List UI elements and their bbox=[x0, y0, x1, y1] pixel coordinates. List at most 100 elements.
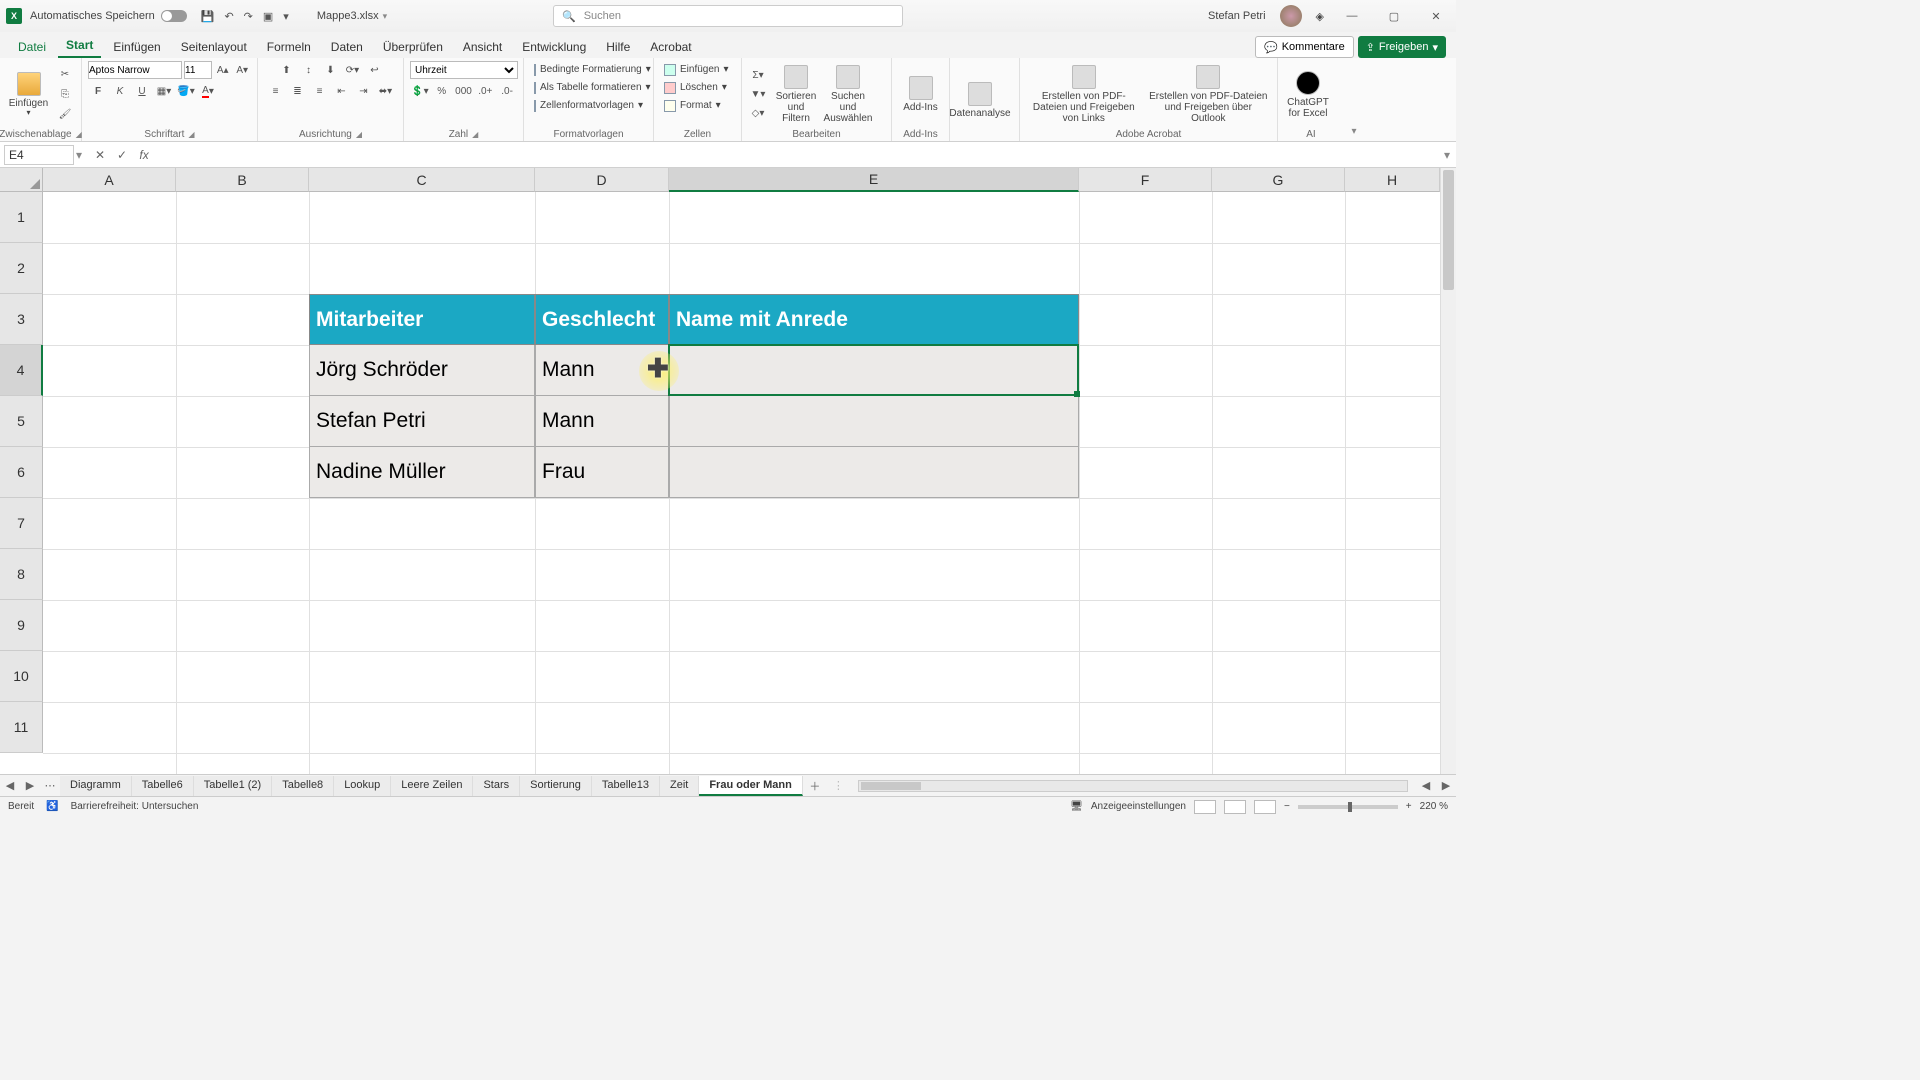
increase-decimal-icon[interactable]: .0+ bbox=[475, 82, 495, 100]
number-dialog-icon[interactable]: ◢ bbox=[472, 130, 478, 139]
sheet-tab[interactable]: Zeit bbox=[660, 776, 699, 796]
align-bottom-icon[interactable]: ⬇ bbox=[321, 61, 341, 79]
autosum-icon[interactable]: Σ▾ bbox=[748, 67, 768, 85]
sheet-tab[interactable]: Tabelle6 bbox=[132, 776, 194, 796]
row-header-5[interactable]: 5 bbox=[0, 396, 43, 447]
qat-save-icon[interactable]: 💾 bbox=[201, 10, 215, 23]
collapse-ribbon-icon[interactable]: ▾ bbox=[1344, 58, 1364, 141]
add-sheet-button[interactable]: ＋ bbox=[803, 778, 827, 794]
percent-icon[interactable]: % bbox=[432, 82, 452, 100]
table-header-cell[interactable]: Name mit Anrede bbox=[669, 294, 1079, 345]
bold-button[interactable]: F bbox=[88, 82, 108, 100]
tab-seitenlayout[interactable]: Seitenlayout bbox=[173, 36, 255, 58]
qat-camera-icon[interactable]: ▣ bbox=[263, 10, 273, 23]
qat-undo-icon[interactable]: ↶ bbox=[224, 10, 233, 23]
border-button[interactable]: ▦▾ bbox=[154, 82, 174, 100]
sheet-tab[interactable]: Sortierung bbox=[520, 776, 592, 796]
indent-increase-icon[interactable]: ⇥ bbox=[354, 82, 374, 100]
zoom-in-icon[interactable]: + bbox=[1406, 801, 1412, 812]
close-button[interactable]: ✕ bbox=[1422, 10, 1450, 23]
tab-entwicklung[interactable]: Entwicklung bbox=[514, 36, 594, 58]
tab-ansicht[interactable]: Ansicht bbox=[455, 36, 510, 58]
cell-styles-button[interactable]: Zellenformatvorlagen ▾ bbox=[530, 97, 647, 114]
pdf-share-links-button[interactable]: Erstellen von PDF-Dateien und Freigeben … bbox=[1026, 63, 1142, 126]
present-icon[interactable]: ◈ bbox=[1316, 10, 1324, 23]
underline-button[interactable]: U bbox=[132, 82, 152, 100]
row-header-2[interactable]: 2 bbox=[0, 243, 43, 294]
sheet-tab[interactable]: Frau oder Mann bbox=[699, 776, 803, 796]
fill-icon[interactable]: ▼▾ bbox=[748, 86, 768, 104]
tab-formeln[interactable]: Formeln bbox=[259, 36, 319, 58]
table-cell[interactable]: Mann bbox=[535, 345, 669, 396]
view-page-break-icon[interactable] bbox=[1254, 800, 1276, 814]
tab-start[interactable]: Start bbox=[58, 34, 101, 58]
hscroll-right-icon[interactable]: ▶ bbox=[1436, 779, 1456, 792]
format-cells-button[interactable]: Format ▾ bbox=[660, 97, 735, 114]
table-cell[interactable]: Frau bbox=[535, 447, 669, 498]
table-cell[interactable] bbox=[669, 447, 1079, 498]
row-header-8[interactable]: 8 bbox=[0, 549, 43, 600]
column-header-A[interactable]: A bbox=[43, 168, 176, 192]
row-header-1[interactable]: 1 bbox=[0, 192, 43, 243]
font-color-button[interactable]: A▾ bbox=[198, 82, 218, 100]
namebox-dropdown-icon[interactable]: ▾ bbox=[76, 148, 82, 162]
decrease-decimal-icon[interactable]: .0- bbox=[497, 82, 517, 100]
row-header-9[interactable]: 9 bbox=[0, 600, 43, 651]
minimize-button[interactable]: — bbox=[1338, 10, 1366, 22]
italic-button[interactable]: K bbox=[110, 82, 130, 100]
autosave-toggle[interactable] bbox=[161, 10, 187, 22]
format-painter-icon[interactable]: 🖌 bbox=[55, 106, 75, 124]
username[interactable]: Stefan Petri bbox=[1208, 10, 1265, 22]
sheet-nav-prev-icon[interactable]: ◀ bbox=[0, 779, 20, 792]
sheet-tab[interactable]: Tabelle13 bbox=[592, 776, 660, 796]
expand-formula-icon[interactable]: ▾ bbox=[1444, 148, 1450, 162]
row-header-10[interactable]: 10 bbox=[0, 651, 43, 702]
fill-color-button[interactable]: 🪣▾ bbox=[176, 82, 196, 100]
copy-icon[interactable]: ⎘ bbox=[55, 86, 75, 104]
view-normal-icon[interactable] bbox=[1194, 800, 1216, 814]
align-dialog-icon[interactable]: ◢ bbox=[356, 130, 362, 139]
sheet-tab[interactable]: Tabelle1 (2) bbox=[194, 776, 272, 796]
increase-font-icon[interactable]: A▴ bbox=[214, 61, 232, 79]
cancel-formula-icon[interactable]: ✕ bbox=[90, 148, 110, 162]
display-settings-label[interactable]: Anzeigeeinstellungen bbox=[1091, 801, 1186, 812]
sheet-nav-more-icon[interactable]: ⋯ bbox=[40, 779, 60, 792]
filename-dropdown-icon[interactable]: ▾ bbox=[383, 11, 388, 22]
enter-formula-icon[interactable]: ✓ bbox=[112, 148, 132, 162]
table-cell[interactable]: Mann bbox=[535, 396, 669, 447]
view-page-layout-icon[interactable] bbox=[1224, 800, 1246, 814]
row-header-3[interactable]: 3 bbox=[0, 294, 43, 345]
sheet-tab[interactable]: Lookup bbox=[334, 776, 391, 796]
delete-cells-button[interactable]: Löschen ▾ bbox=[660, 79, 735, 96]
sheet-tab[interactable]: Tabelle8 bbox=[272, 776, 334, 796]
find-select-button[interactable]: Suchen und Auswählen bbox=[824, 63, 872, 126]
row-header-11[interactable]: 11 bbox=[0, 702, 43, 753]
addins-button[interactable]: Add-Ins bbox=[898, 74, 943, 115]
tab-file[interactable]: Datei bbox=[10, 36, 54, 58]
tab-daten[interactable]: Daten bbox=[323, 36, 371, 58]
insert-cells-button[interactable]: Einfügen ▾ bbox=[660, 61, 735, 78]
formula-input[interactable] bbox=[154, 145, 1444, 165]
orientation-icon[interactable]: ⟳▾ bbox=[343, 61, 363, 79]
table-cell[interactable] bbox=[669, 345, 1079, 396]
search-box[interactable]: 🔍 Suchen bbox=[553, 5, 903, 27]
tab-split-icon[interactable]: ⋮ bbox=[833, 779, 844, 792]
sheet-nav-next-icon[interactable]: ▶ bbox=[20, 779, 40, 792]
zoom-out-icon[interactable]: − bbox=[1284, 801, 1290, 812]
column-header-C[interactable]: C bbox=[309, 168, 535, 192]
accessibility-icon[interactable]: ♿ bbox=[46, 801, 58, 812]
wrap-text-icon[interactable]: ↩ bbox=[365, 61, 385, 79]
sheet-tab[interactable]: Stars bbox=[473, 776, 520, 796]
font-dialog-icon[interactable]: ◢ bbox=[188, 130, 194, 139]
align-center-icon[interactable]: ≣ bbox=[288, 82, 308, 100]
clipboard-dialog-icon[interactable]: ◢ bbox=[76, 130, 82, 139]
table-cell[interactable]: Stefan Petri bbox=[309, 396, 535, 447]
number-format-select[interactable]: Uhrzeit bbox=[410, 61, 518, 79]
row-header-6[interactable]: 6 bbox=[0, 447, 43, 498]
paste-button[interactable]: Einfügen▾ bbox=[6, 70, 51, 120]
indent-decrease-icon[interactable]: ⇤ bbox=[332, 82, 352, 100]
currency-icon[interactable]: 💲▾ bbox=[410, 82, 430, 100]
merge-icon[interactable]: ⬌▾ bbox=[376, 82, 396, 100]
clear-icon[interactable]: ◇▾ bbox=[748, 105, 768, 123]
zoom-slider[interactable] bbox=[1298, 805, 1398, 809]
